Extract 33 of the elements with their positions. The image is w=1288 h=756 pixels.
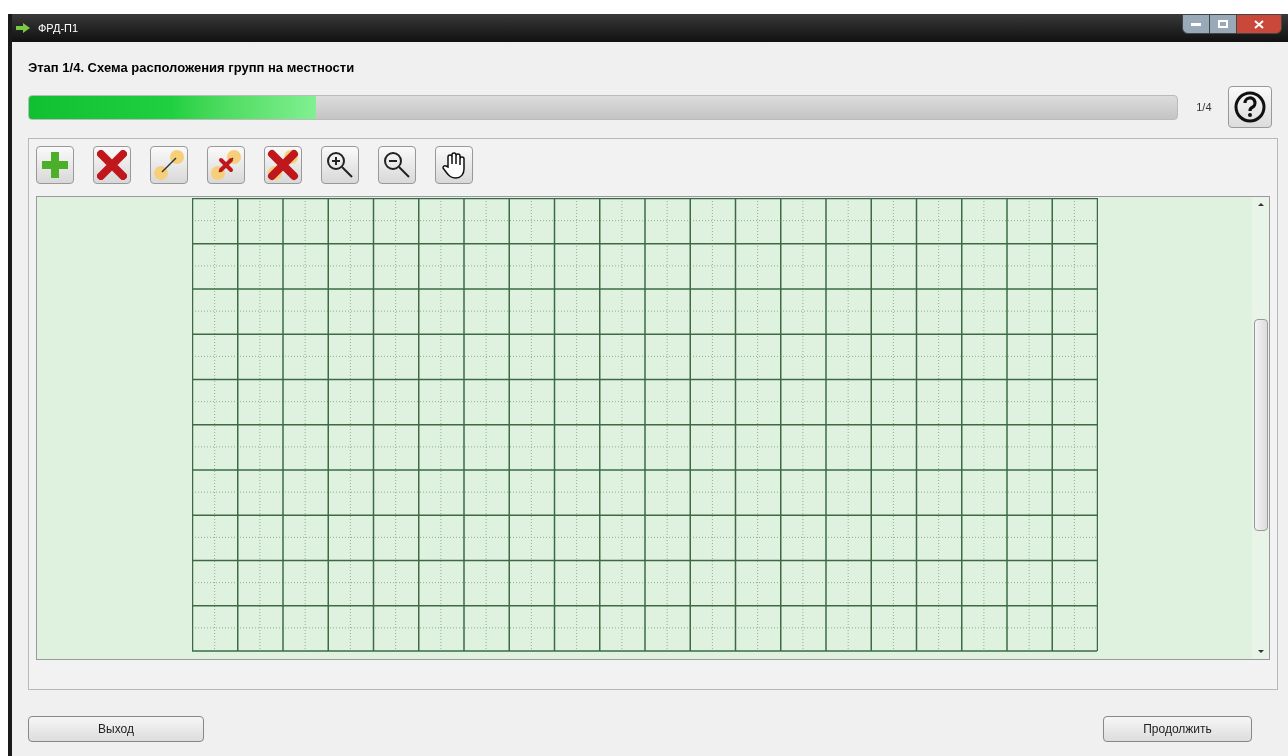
- maximize-button[interactable]: [1210, 14, 1236, 34]
- zoom-out-icon: [382, 150, 412, 180]
- window-title: ФРД-П1: [38, 20, 79, 36]
- unlink-button[interactable]: [207, 146, 245, 184]
- arrow-icon: [16, 23, 30, 33]
- plus-icon: [40, 150, 70, 180]
- maximize-icon: [1218, 20, 1228, 28]
- step-heading: Этап 1/4. Схема расположения групп на местности: [28, 59, 356, 77]
- scroll-up-icon: [1257, 203, 1264, 206]
- hand-icon: [441, 151, 467, 179]
- link-button[interactable]: [150, 146, 188, 184]
- pan-button[interactable]: [435, 146, 473, 184]
- help-button[interactable]: [1228, 86, 1272, 128]
- unlink-icon: [210, 149, 242, 181]
- continue-button[interactable]: Продолжить: [1103, 716, 1252, 742]
- zoom-in-button[interactable]: [321, 146, 359, 184]
- close-button[interactable]: [1236, 14, 1282, 34]
- minimize-icon: [1191, 22, 1201, 26]
- cross-icon: [97, 150, 127, 180]
- delete-button[interactable]: [93, 146, 131, 184]
- progress-reading: 1/4: [1196, 99, 1213, 115]
- scroll-thumb[interactable]: [1253, 319, 1268, 531]
- minimize-button[interactable]: [1182, 14, 1210, 34]
- close-icon: [1254, 19, 1264, 29]
- zoom-out-button[interactable]: [378, 146, 416, 184]
- exit-button[interactable]: Выход: [28, 716, 204, 742]
- zoom-in-icon: [325, 150, 355, 180]
- cross-icon: [267, 149, 299, 181]
- link-icon: [153, 149, 185, 181]
- add-button[interactable]: [36, 146, 74, 184]
- scroll-down-icon: [1257, 650, 1264, 653]
- clear-button[interactable]: [264, 146, 302, 184]
- help-icon: [1234, 91, 1267, 123]
